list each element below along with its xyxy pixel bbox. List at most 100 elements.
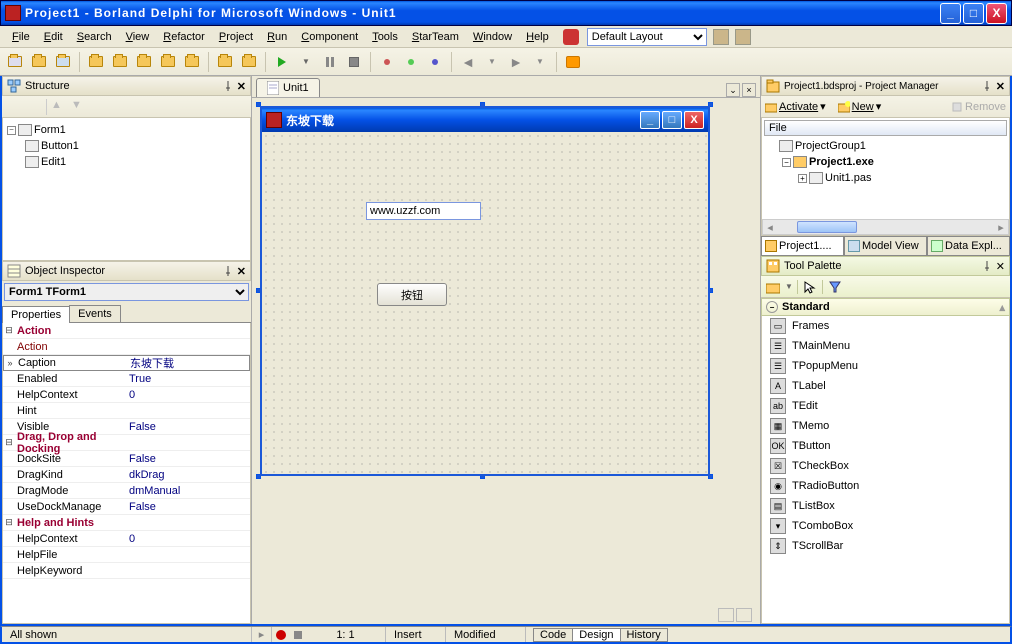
collapse-icon[interactable] [26,99,42,115]
tree-node-edit[interactable]: Edit1 [41,156,66,168]
tree-collapse-icon[interactable]: − [7,126,16,135]
close-panel-icon[interactable]: ✕ [237,80,246,93]
tab-properties[interactable]: Properties [2,306,70,323]
property-grid[interactable]: ⊟ActionAction»Caption东坡下载EnabledTrueHelp… [2,323,251,624]
maximize-button[interactable]: □ [963,3,984,24]
save-icon[interactable] [52,51,74,73]
menu-tools[interactable]: Tools [366,29,404,45]
down-icon[interactable]: ▼ [71,99,87,115]
close-panel-icon[interactable]: ✕ [996,260,1005,273]
view-tab-design[interactable]: Design [572,628,620,642]
close-panel-icon[interactable]: ✕ [237,265,246,278]
property-row[interactable]: HelpKeyword [3,563,250,579]
view-tab-code[interactable]: Code [533,628,573,642]
palette-item[interactable]: ◉TRadioButton [762,476,1009,496]
palette-item[interactable]: OKTButton [762,436,1009,456]
categories-icon[interactable] [765,279,781,295]
tree-node-form[interactable]: Form1 [34,124,66,136]
palette-list[interactable]: ▭Frames☰TMainMenu☰TPopupMenuATLabelabTEd… [761,316,1010,624]
toolbar-folder-icon[interactable] [214,51,236,73]
tab-events[interactable]: Events [69,305,121,322]
pointer-icon[interactable] [802,279,818,295]
new-items-icon[interactable] [4,51,26,73]
property-row[interactable]: ⊟Drag, Drop and Docking [3,435,250,451]
palette-item[interactable]: ▾TComboBox [762,516,1009,536]
menu-edit[interactable]: Edit [38,29,69,45]
property-row[interactable]: ⊟Help and Hints [3,515,250,531]
palette-item[interactable]: ▦TMemo [762,416,1009,436]
property-row[interactable]: »Caption东坡下载 [3,355,250,371]
design-edit1[interactable] [366,202,481,220]
nav-forward-dropdown[interactable]: ▼ [529,51,551,73]
category-bar[interactable]: − Standard ▴ [761,298,1010,316]
category-up-icon[interactable]: ▴ [999,301,1005,314]
tab-model-view[interactable]: Model View [844,237,927,256]
form-close-button[interactable]: X [684,111,704,129]
property-row[interactable]: DragKinddkDrag [3,467,250,483]
run-dropdown[interactable]: ▼ [295,51,317,73]
close-panel-icon[interactable]: ✕ [996,80,1005,93]
up-icon[interactable]: ▲ [51,99,67,115]
activate-button[interactable]: Activate ▾ [765,100,826,113]
categories-dropdown[interactable]: ▼ [785,282,793,291]
step-over-icon[interactable] [400,51,422,73]
property-row[interactable]: HelpContext0 [3,387,250,403]
nav-forward-icon[interactable]: ► [505,51,527,73]
menu-component[interactable]: Component [295,29,364,45]
form-designer[interactable]: 东坡下载 _ □ X 按钮 [252,98,760,606]
view-tab-history[interactable]: History [620,628,668,642]
component-select[interactable]: Form1 TForm1 [4,283,249,301]
toolbar-folder-icon[interactable] [109,51,131,73]
open-icon[interactable] [28,51,50,73]
project-tree-row[interactable]: ProjectGroup1 [764,138,1007,154]
filter-icon[interactable] [827,279,843,295]
menu-file[interactable]: File [6,29,36,45]
toolbar-folder-icon[interactable] [85,51,107,73]
minimize-button[interactable]: _ [940,3,961,24]
horizontal-scrollbar[interactable]: ◂ ▸ [762,219,1009,235]
property-row[interactable]: Hint [3,403,250,419]
pin-icon[interactable] [982,81,992,91]
tab-close-icon[interactable]: × [742,83,756,97]
tab-nav-icon[interactable]: ⌄ [726,83,740,97]
scrollbar-thumb[interactable] [797,221,857,233]
save-layout-icon[interactable] [713,29,729,45]
pin-icon[interactable] [223,266,233,276]
project-tree-row[interactable]: −Project1.exe [764,154,1007,170]
menu-starteam[interactable]: StarTeam [406,29,465,45]
palette-item[interactable]: ☰TMainMenu [762,336,1009,356]
expand-icon[interactable] [6,99,22,115]
design-form[interactable]: 东坡下载 _ □ X 按钮 [260,106,710,476]
delete-layout-icon[interactable] [735,29,751,45]
property-row[interactable]: HelpFile [3,547,250,563]
menu-run[interactable]: Run [261,29,293,45]
property-row[interactable]: HelpContext0 [3,531,250,547]
property-row[interactable]: EnabledTrue [3,371,250,387]
stop-button[interactable] [343,51,365,73]
macro-icon[interactable] [718,608,734,622]
toolbar-folder-icon[interactable] [133,51,155,73]
property-row[interactable]: Action [3,339,250,355]
pm-column-header[interactable]: File [764,120,1007,136]
property-row[interactable]: UseDockManageFalse [3,499,250,515]
menu-help[interactable]: Help [520,29,555,45]
palette-item[interactable]: ▭Frames [762,316,1009,336]
pin-icon[interactable] [982,261,992,271]
run-button[interactable] [271,51,293,73]
toolbar-folder-icon[interactable] [238,51,260,73]
tab-unit1[interactable]: Unit1 [256,78,320,97]
design-button1[interactable]: 按钮 [377,283,447,306]
palette-item[interactable]: ATLabel [762,376,1009,396]
pin-icon[interactable] [223,81,233,91]
tab-project[interactable]: Project1.... [761,237,844,256]
tree-node-button[interactable]: Button1 [41,140,79,152]
delphi-helmet-icon[interactable] [563,29,579,45]
tab-data-explorer[interactable]: Data Expl... [927,237,1010,256]
menu-window[interactable]: Window [467,29,518,45]
macro-icon[interactable] [736,608,752,622]
toolbar-folder-icon[interactable] [157,51,179,73]
menu-refactor[interactable]: Refactor [157,29,211,45]
nav-back-dropdown[interactable]: ▼ [481,51,503,73]
palette-item[interactable]: ☒TCheckBox [762,456,1009,476]
palette-item[interactable]: ☰TPopupMenu [762,356,1009,376]
